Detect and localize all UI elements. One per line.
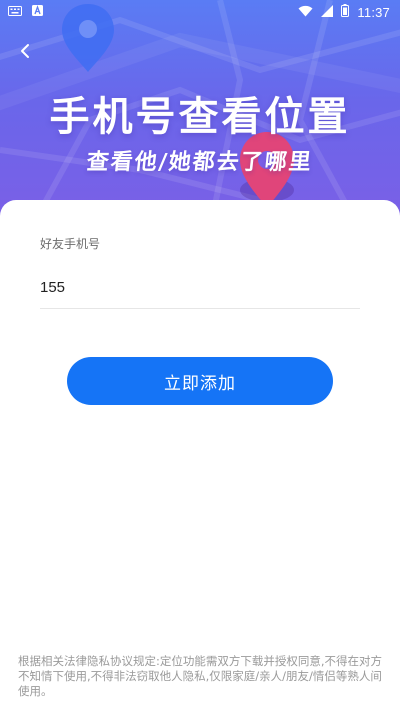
phone-input[interactable] <box>40 270 360 304</box>
page-subtitle: 查看他/她都去了哪里 <box>85 150 315 175</box>
header-banner: 11:37 手机号查看位置 查看他/她都去了哪里 <box>0 0 400 230</box>
status-bar: 11:37 <box>0 0 400 24</box>
chevron-left-icon <box>20 43 30 63</box>
font-a-icon <box>32 5 43 20</box>
page-title: 手机号查看位置 <box>49 94 351 140</box>
form-card: 好友手机号 立即添加 根据相关法律隐私协议规定:定位功能需双方下载并授权同意,不… <box>0 200 400 712</box>
battery-icon <box>341 4 350 21</box>
status-time: 11:37 <box>357 5 390 20</box>
back-button[interactable] <box>10 38 40 68</box>
phone-field-label: 好友手机号 <box>40 237 101 251</box>
signal-icon <box>321 4 334 21</box>
keyboard-icon <box>8 5 22 20</box>
add-now-button[interactable]: 立即添加 <box>67 357 333 405</box>
wifi-icon <box>298 5 313 21</box>
input-underline <box>40 308 360 309</box>
privacy-disclaimer: 根据相关法律隐私协议规定:定位功能需双方下载并授权同意,不得在对方不知情下使用,… <box>18 654 383 698</box>
